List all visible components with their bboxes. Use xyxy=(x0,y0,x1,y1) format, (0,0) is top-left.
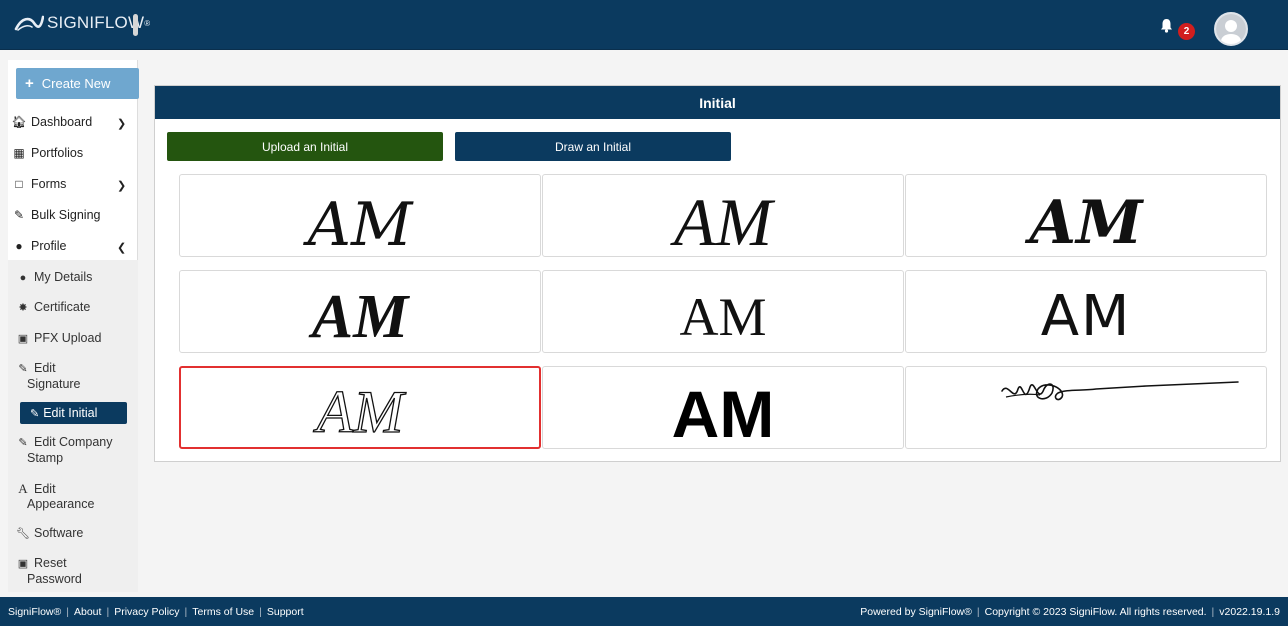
initial-text: AM xyxy=(313,379,407,445)
signiflow-logo[interactable]: SIGNIFLOW ® xyxy=(14,13,150,33)
sidebar-item-label-line2: Stamp xyxy=(27,451,64,465)
edit-icon: ✎ xyxy=(18,437,28,449)
sidebar-item-label: PFX Upload xyxy=(34,331,102,345)
sidebar-item-label: Portfolios xyxy=(31,146,84,160)
initial-option[interactable]: AM xyxy=(179,270,541,353)
portfolio-icon: ▦ xyxy=(13,146,25,160)
drawn-initial-scribble xyxy=(1001,381,1239,401)
sidebar-item-dashboard[interactable]: 🏠︎ Dashboard xyxy=(11,115,93,129)
wrench-icon: 🔧︎ xyxy=(16,528,30,540)
sidebar-item-label: Dashboard xyxy=(31,115,93,129)
sidebar-item-label-line2: Appearance xyxy=(27,497,95,511)
footer-link-support[interactable]: Support xyxy=(267,606,304,618)
sidebar-item-edit-initial[interactable]: ✎ Edit Initial xyxy=(20,402,127,424)
sidebar-item-certificate[interactable]: ✸ Certificate xyxy=(16,300,90,316)
chevron-up-icon[interactable]: ❮ xyxy=(117,241,126,254)
sidebar-item-label: Reset xyxy=(34,556,67,570)
upload-initial-button[interactable]: Upload an Initial xyxy=(167,132,443,161)
sidebar-item-my-details[interactable]: ● My Details xyxy=(16,270,93,286)
sidebar-item-label-line2: Signature xyxy=(27,377,81,391)
initial-text: AM xyxy=(303,190,414,256)
sidebar-item-label: Bulk Signing xyxy=(31,208,101,222)
forms-icon: □ xyxy=(15,177,23,191)
sidebar-item-forms[interactable]: □ Forms xyxy=(12,177,66,191)
sidebar-item-label: Profile xyxy=(31,239,67,253)
sidebar-item-software[interactable]: 🔧︎ Software xyxy=(16,526,83,542)
plus-icon: + xyxy=(25,75,34,92)
footer-links: SigniFlow® | About | Privacy Policy | Terms of… xyxy=(8,605,304,618)
sidebar-item-label: My Details xyxy=(34,270,93,284)
initial-option-selected[interactable]: AM xyxy=(179,366,541,449)
draw-initial-button[interactable]: Draw an Initial xyxy=(455,132,731,161)
initial-panel: Initial Upload an Initial Draw an Initia… xyxy=(154,85,1281,462)
sidebar-item-label: Edit xyxy=(34,482,56,496)
sidebar-item-edit-signature[interactable]: ✎ Edit Signature xyxy=(16,361,81,392)
sidebar-item-label: Forms xyxy=(31,177,67,191)
edit-icon: ✎ xyxy=(18,363,28,375)
footer-link-signiflow[interactable]: SigniFlow® xyxy=(8,606,61,618)
initial-text: AM xyxy=(670,184,776,256)
copyright-text: Copyright © 2023 SigniFlow. All rights r… xyxy=(984,605,1207,618)
footer: SigniFlow® | About | Privacy Policy | Terms of… xyxy=(0,597,1288,626)
footer-link-privacy-policy[interactable]: Privacy Policy xyxy=(114,606,179,618)
signiflow-swoosh-icon xyxy=(14,15,44,31)
create-new-label: Create New xyxy=(41,76,111,91)
initial-option[interactable]: AM xyxy=(179,174,541,257)
powered-by-text: Powered by SigniFlow® xyxy=(860,605,972,618)
sidebar-item-edit-appearance[interactable]: A Edit Appearance xyxy=(16,481,94,512)
user-icon: ● xyxy=(15,239,23,253)
initial-option[interactable]: AM xyxy=(542,174,904,257)
pfx-file-icon: ▣ xyxy=(17,333,29,345)
sidebar-item-label: Software xyxy=(34,526,84,540)
initial-option[interactable]: AM xyxy=(542,366,904,449)
initial-text: AM xyxy=(672,377,775,448)
sidebar-item-bulk-signing[interactable]: ✎ Bulk Signing xyxy=(12,208,101,222)
sidebar-item-label-line2: Password xyxy=(27,572,82,586)
chevron-down-icon[interactable]: ❯ xyxy=(117,179,126,192)
top-bar: SIGNIFLOW ® 2 xyxy=(0,0,1288,50)
initial-text: AM xyxy=(308,283,410,351)
sidebar-item-pfx-upload[interactable]: ▣ PFX Upload xyxy=(16,331,102,347)
initial-text: AM xyxy=(1041,284,1132,349)
brand-name: SIGNIFLOW xyxy=(47,13,145,32)
create-new-button[interactable]: + Create New xyxy=(16,68,139,99)
footer-info: Powered by SigniFlow® | Copyright © 2023 S… xyxy=(860,605,1280,618)
notification-badge[interactable]: 2 xyxy=(1178,23,1195,40)
sidebar-scrollbar[interactable] xyxy=(133,14,138,36)
initial-text: AM xyxy=(679,287,766,347)
user-avatar-icon xyxy=(1216,14,1246,44)
lock-icon: ▣ xyxy=(17,558,29,570)
footer-link-terms-of-use[interactable]: Terms of Use xyxy=(192,606,254,618)
sidebar-item-label: Edit xyxy=(34,361,56,375)
certificate-icon: ✸ xyxy=(18,302,28,314)
font-icon: A xyxy=(18,481,28,496)
bulk-signing-icon: ✎ xyxy=(13,208,25,222)
bell-icon[interactable] xyxy=(1160,18,1173,33)
initials-grid: AM AM AM AM AM AM AM AM xyxy=(179,174,1267,450)
footer-link-about[interactable]: About xyxy=(74,606,101,618)
page-title: Initial xyxy=(155,86,1280,119)
version-text: v2022.19.1.9 xyxy=(1219,605,1280,618)
avatar[interactable] xyxy=(1214,12,1248,46)
sidebar-item-label: Certificate xyxy=(34,300,91,314)
initial-option[interactable]: AM xyxy=(905,270,1267,353)
sidebar-item-profile[interactable]: ● Profile xyxy=(12,239,66,253)
initial-text: AM xyxy=(1025,188,1145,256)
initial-option[interactable]: AM xyxy=(905,174,1267,257)
edit-icon: ✎ xyxy=(30,407,40,420)
sidebar-item-reset-password[interactable]: ▣ Reset Password xyxy=(16,556,82,587)
home-icon: 🏠︎ xyxy=(11,115,27,129)
initial-option[interactable]: AM xyxy=(542,270,904,353)
sidebar-item-portfolios[interactable]: ▦ Portfolios xyxy=(12,146,83,160)
initial-option[interactable] xyxy=(905,366,1267,449)
user-icon: ● xyxy=(19,272,27,284)
sidebar-item-label: Edit Initial xyxy=(43,406,98,420)
chevron-down-icon[interactable]: ❯ xyxy=(117,117,126,130)
sidebar-item-label: Edit Company xyxy=(34,435,113,449)
sidebar-item-edit-company-stamp[interactable]: ✎ Edit Company Stamp xyxy=(16,435,113,466)
